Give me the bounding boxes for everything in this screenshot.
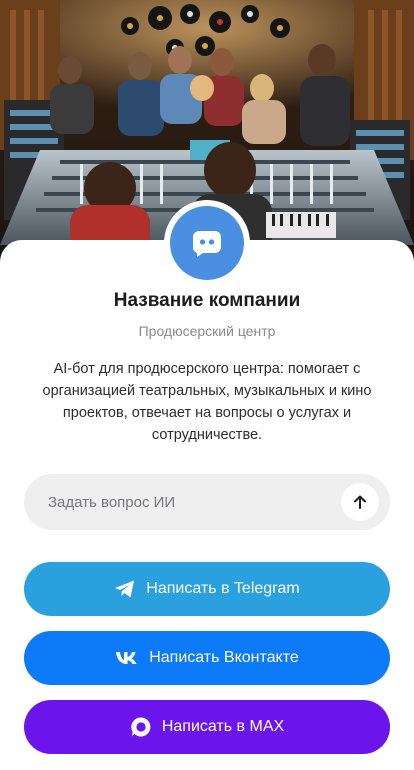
ask-ai-bar xyxy=(24,474,390,530)
chat-bot-icon xyxy=(170,206,244,280)
ask-ai-input[interactable] xyxy=(48,493,338,511)
telegram-button-label: Написать в Telegram xyxy=(146,580,300,597)
vk-icon xyxy=(115,650,139,666)
avatar xyxy=(164,200,250,286)
write-max-button[interactable]: Написать в MAX xyxy=(24,700,390,754)
telegram-icon xyxy=(114,579,136,599)
write-vk-button[interactable]: Написать Вконтакте xyxy=(24,631,390,685)
company-subtitle: Продюсерский центр xyxy=(138,323,276,339)
max-icon xyxy=(130,716,152,738)
max-button-label: Написать в MAX xyxy=(161,718,285,735)
vk-button-label: Написать Вконтакте xyxy=(149,649,299,666)
company-name: Название компании xyxy=(113,290,301,311)
send-button[interactable] xyxy=(341,483,379,521)
write-telegram-button[interactable]: Написать в Telegram xyxy=(24,562,390,616)
company-description: AI-бот для продюсерского центра: помогае… xyxy=(42,361,372,443)
arrow-up-icon xyxy=(354,495,366,509)
